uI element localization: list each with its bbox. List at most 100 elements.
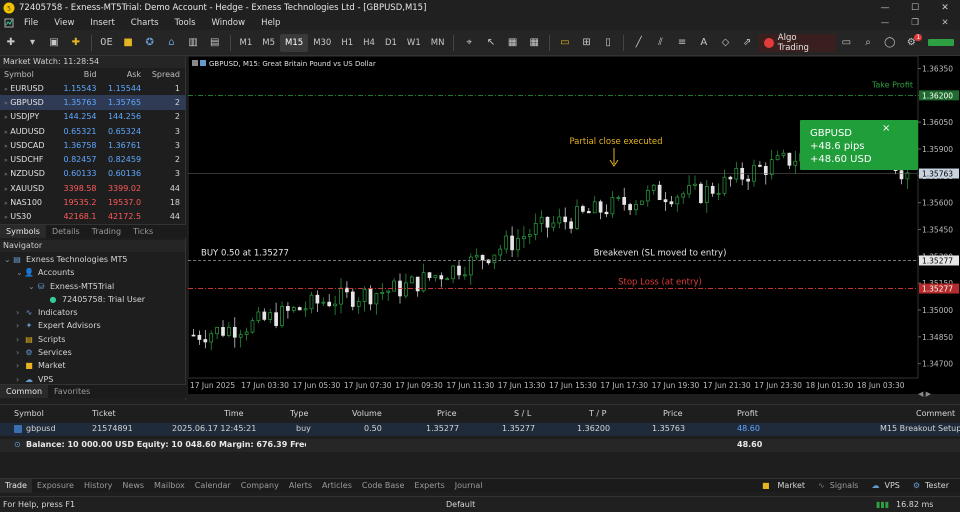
algo-trading-button[interactable]: Algo Trading bbox=[757, 33, 836, 53]
chart-close-button[interactable]: ✕ bbox=[930, 16, 960, 30]
bar-chart-icon[interactable]: ▤ bbox=[204, 34, 226, 52]
trade-col-sl[interactable]: S / L bbox=[514, 409, 531, 418]
status-profile[interactable]: Default bbox=[446, 500, 475, 509]
vps-button[interactable]: VPS bbox=[879, 479, 904, 493]
new-order-icon[interactable]: ✚ bbox=[65, 34, 87, 52]
profit-box-close-icon[interactable]: × bbox=[882, 123, 890, 134]
profit-box[interactable]: GBPUSD +48.6 pips +48.60 USD × bbox=[800, 120, 918, 170]
navigator-item[interactable]: › ⚙ Services bbox=[0, 346, 185, 359]
market-button[interactable]: Market bbox=[773, 479, 811, 493]
navigator-item[interactable]: › ▤ Scripts bbox=[0, 333, 185, 346]
chart-scroll-left-icon[interactable]: ◀ ▶ bbox=[918, 390, 931, 398]
trade-col-ticket[interactable]: Ticket bbox=[92, 409, 116, 418]
tab-calendar[interactable]: Calendar bbox=[190, 479, 236, 493]
tab-details[interactable]: Details bbox=[46, 225, 86, 238]
price-chart[interactable]: 1.363501.362001.360501.359001.357501.356… bbox=[188, 56, 960, 394]
market-watch-row[interactable]: » AUDUSD 0.65321 0.65324 3 bbox=[0, 124, 186, 138]
chart-restore-button[interactable]: ❐ bbox=[900, 16, 930, 30]
profiles-icon[interactable]: ▣ bbox=[43, 34, 65, 52]
tf-m15[interactable]: M15 bbox=[280, 33, 309, 52]
market-watch-row[interactable]: » GBPUSD 1.35763 1.35765 2 bbox=[0, 95, 186, 110]
col-spread[interactable]: Spread bbox=[147, 68, 186, 81]
expand-icon[interactable]: › bbox=[16, 319, 24, 332]
vps-icon[interactable]: ⌂ bbox=[161, 34, 183, 52]
expand-icon[interactable]: › bbox=[16, 333, 24, 346]
arrow-icon[interactable]: ⇗ bbox=[736, 34, 758, 52]
navigator-item[interactable]: ⌄ ⛁ Exness-MT5Trial bbox=[0, 280, 185, 293]
trade-col-price[interactable]: Price bbox=[437, 409, 457, 418]
trade-col-comment[interactable]: Comment bbox=[916, 409, 955, 418]
objects-icon[interactable]: ⊞ bbox=[576, 34, 598, 52]
navigator-item[interactable]: ⌄ 👤 Accounts bbox=[0, 266, 185, 279]
trade-col-tp[interactable]: T / P bbox=[589, 409, 607, 418]
market-watch-row[interactable]: » USDCHF 0.82457 0.82459 2 bbox=[0, 152, 186, 166]
menu-insert[interactable]: Insert bbox=[82, 18, 122, 28]
tf-h4[interactable]: H4 bbox=[358, 34, 380, 52]
signals-icon[interactable]: ✪ bbox=[139, 34, 161, 52]
tab-articles[interactable]: Articles bbox=[317, 479, 357, 493]
cursor-icon[interactable]: ↖ bbox=[480, 34, 502, 52]
new-chart-icon[interactable]: ✚ bbox=[0, 34, 22, 52]
trade-sl[interactable]: 1.35277 bbox=[502, 424, 535, 433]
menu-tools[interactable]: Tools bbox=[167, 18, 204, 28]
tab-company[interactable]: Company bbox=[236, 479, 284, 493]
periods-icon[interactable]: ▯ bbox=[597, 34, 619, 52]
tab-codebase[interactable]: Code Base bbox=[357, 479, 410, 493]
crosshair-icon[interactable]: ⌖ bbox=[458, 34, 480, 52]
tab-common[interactable]: Common bbox=[0, 385, 49, 398]
navigator-item[interactable]: › ∿ Indicators bbox=[0, 306, 185, 319]
tab-alerts[interactable]: Alerts bbox=[284, 479, 317, 493]
tab-trade[interactable]: Trade bbox=[0, 478, 32, 493]
col-ask[interactable]: Ask bbox=[103, 68, 148, 81]
layout-icon[interactable]: ▭ bbox=[836, 34, 858, 52]
tab-news[interactable]: News bbox=[117, 479, 149, 493]
trendline-icon[interactable]: ╱ bbox=[628, 34, 650, 52]
expand-icon[interactable]: › bbox=[16, 306, 24, 319]
notifications-icon[interactable]: ⚙ 1 bbox=[901, 33, 923, 52]
market-watch-row[interactable]: » USDCAD 1.36758 1.36761 3 bbox=[0, 138, 186, 152]
menu-window[interactable]: Window bbox=[204, 18, 254, 28]
expand-icon[interactable]: › bbox=[16, 346, 24, 359]
menu-help[interactable]: Help bbox=[253, 18, 288, 28]
tab-exposure[interactable]: Exposure bbox=[32, 479, 79, 493]
tf-m5[interactable]: M5 bbox=[257, 34, 280, 52]
market-watch-row[interactable]: » EURUSD 1.15543 1.15544 1 bbox=[0, 81, 186, 95]
market-icon[interactable]: ■ bbox=[117, 34, 139, 52]
tf-w1[interactable]: W1 bbox=[402, 34, 426, 52]
expand-icon[interactable]: ⌄ bbox=[28, 280, 36, 293]
market-watch-row[interactable]: » US30 42168.1 42172.5 44 bbox=[0, 210, 186, 224]
zoom-out-icon[interactable]: ▦ bbox=[523, 34, 545, 52]
depth-icon[interactable]: ▥ bbox=[182, 34, 204, 52]
tf-mn[interactable]: MN bbox=[426, 34, 450, 52]
chart-area[interactable]: 1.363501.362001.360501.359001.357501.356… bbox=[188, 56, 960, 398]
menu-charts[interactable]: Charts bbox=[123, 18, 167, 28]
tf-h1[interactable]: H1 bbox=[336, 34, 358, 52]
trade-col-volume[interactable]: Volume bbox=[352, 409, 382, 418]
navigator-item[interactable]: ⌄ ▤ Exness Technologies MT5 bbox=[0, 253, 185, 266]
expand-icon[interactable]: › bbox=[16, 359, 24, 372]
navigator-item[interactable]: › ■ Market bbox=[0, 359, 185, 372]
tab-favorites[interactable]: Favorites bbox=[48, 385, 96, 398]
menu-view[interactable]: View bbox=[46, 18, 82, 28]
market-watch-row[interactable]: » NZDUSD 0.60133 0.60136 3 bbox=[0, 167, 186, 181]
indicators-icon[interactable]: ▭ bbox=[554, 34, 576, 52]
trade-col-current[interactable]: Price bbox=[663, 409, 683, 418]
tf-d1[interactable]: D1 bbox=[380, 34, 402, 52]
trade-col-time[interactable]: Time bbox=[224, 409, 244, 418]
chat-icon[interactable]: ◯ bbox=[879, 34, 901, 52]
chart-minimize-button[interactable]: — bbox=[870, 16, 900, 30]
text-icon[interactable]: A bbox=[693, 34, 715, 52]
options-icon[interactable]: 0E bbox=[96, 34, 118, 52]
tf-m30[interactable]: M30 bbox=[308, 34, 336, 52]
search-icon[interactable]: ⌕ bbox=[857, 34, 879, 52]
col-bid[interactable]: Bid bbox=[58, 68, 103, 81]
tab-journal[interactable]: Journal bbox=[450, 479, 488, 493]
trade-row[interactable]: gbpusd 21574891 2025.06.17 12:45:21 buy … bbox=[0, 423, 960, 436]
expand-icon[interactable]: ⌄ bbox=[16, 266, 24, 279]
zoom-in-icon[interactable]: ▦ bbox=[502, 34, 524, 52]
navigator-item[interactable]: ● 72405758: Trial User bbox=[0, 293, 185, 306]
signals-button[interactable]: Signals bbox=[825, 479, 864, 493]
chart-templates-icon[interactable]: ▾ bbox=[22, 34, 44, 52]
tab-trading[interactable]: Trading bbox=[86, 225, 127, 238]
market-watch-row[interactable]: » NAS100 19535.2 19537.0 18 bbox=[0, 195, 186, 209]
